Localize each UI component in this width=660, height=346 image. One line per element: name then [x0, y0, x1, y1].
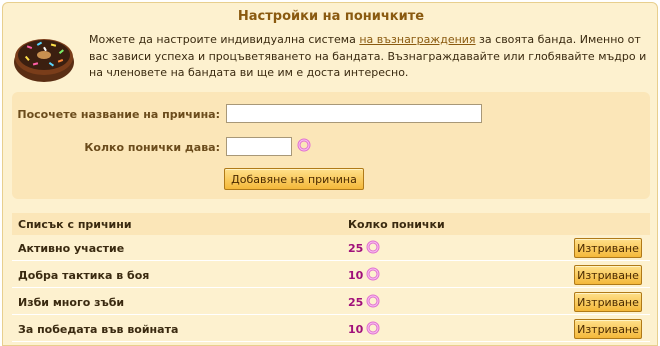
reason-name-label: Посочете название на причина: [17, 108, 220, 121]
donut-icon [14, 39, 74, 82]
reason-name-input[interactable] [226, 104, 482, 123]
intro-text: Можете да настроите индивидуална система… [89, 32, 654, 82]
col-donuts-header: Колко понички [348, 218, 445, 231]
table-row: За победата във войната 10 Изтриване [12, 316, 650, 342]
table-row: Активно участие 25 Изтриване [12, 235, 650, 261]
donut-count-label: Колко понички дава: [84, 141, 220, 154]
donut-count: 25 [348, 296, 364, 309]
delete-button[interactable]: Изтриване [574, 292, 642, 312]
reason-name: Изби много зъби [18, 296, 125, 309]
reason-name: Активно участие [18, 242, 125, 255]
delete-button[interactable]: Изтриване [574, 265, 642, 285]
donut-ring-icon [366, 267, 380, 281]
table-row: Добра тактика в боя 10 Изтриване [12, 262, 650, 288]
donut-ring-icon [366, 240, 380, 254]
col-reason-header: Списък с причини [18, 218, 132, 231]
panel-title: Настройки на поничките [237, 9, 425, 24]
donut-ring-icon [366, 321, 380, 335]
table-row: Изби много зъби 25 Изтриване [12, 289, 650, 315]
reason-name: Добра тактика в боя [18, 269, 150, 282]
reason-name: За победата във войната [18, 323, 179, 336]
donut-count: 10 [348, 269, 364, 282]
add-reason-form: Посочете название на причина: Колко пони… [12, 92, 650, 199]
add-reason-button[interactable]: Добавяне на причина [224, 168, 364, 190]
donut-ring-icon [297, 138, 311, 152]
donut-ring-icon [366, 294, 380, 308]
delete-button[interactable]: Изтриване [574, 319, 642, 339]
donut-count-input[interactable] [226, 137, 292, 156]
delete-button[interactable]: Изтриване [574, 238, 642, 258]
donut-count: 10 [348, 323, 364, 336]
reasons-table-header: Списък с причини Колко понички [12, 213, 650, 235]
settings-panel: Настройки на поничките Можете да настрои… [2, 2, 658, 346]
donut-count: 25 [348, 242, 364, 255]
intro-text-start: Можете да настроите индивидуална система [89, 33, 360, 46]
rewards-link[interactable]: на възнаграждения [359, 33, 475, 46]
